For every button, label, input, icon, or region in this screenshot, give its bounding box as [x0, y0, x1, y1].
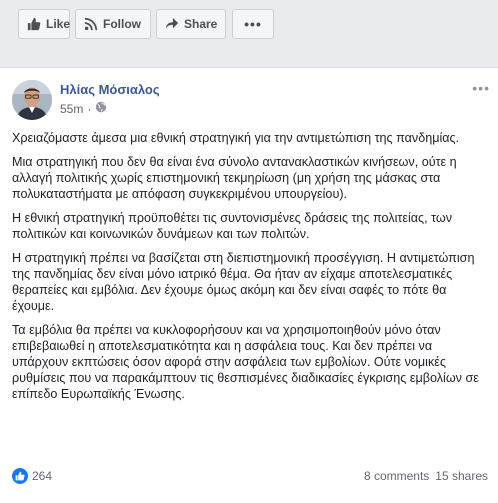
post-paragraph: Η εθνική στρατηγική προϋποθέτει τις συντ… [12, 211, 453, 241]
post-card: Ηλίας Μόσιαλος 55m · ••• Χρειαζόμαστε άμ… [0, 67, 498, 503]
globe-icon [95, 101, 107, 116]
rss-icon [84, 16, 98, 32]
post-options-icon[interactable]: ••• [472, 80, 490, 96]
post-meta: 55m · [60, 101, 107, 116]
more-options-button[interactable]: ••• [232, 9, 274, 39]
comments-count[interactable]: 8 comments [364, 469, 429, 483]
post-footer: 264 8 comments 15 shares [12, 466, 488, 486]
meta-separator: · [87, 101, 92, 116]
page-action-bar: Like Follow Share ••• [0, 0, 498, 52]
thumbs-up-icon [27, 16, 41, 32]
share-arrow-icon [165, 16, 179, 32]
follow-label: Follow [103, 17, 141, 31]
post-paragraph: Χρειαζόμαστε άμεσα μια εθνική στρατηγική… [12, 131, 460, 145]
share-page-button[interactable]: Share [156, 9, 226, 39]
like-reaction-icon[interactable] [12, 468, 28, 484]
post-paragraph: Η στρατηγική πρέπει να βασίζεται στη διε… [12, 251, 475, 313]
post-paragraph: Μια στρατηγική που δεν θα είναι ένα σύνο… [12, 155, 457, 201]
like-page-button[interactable]: Like [18, 9, 70, 39]
like-label: Like [46, 17, 71, 31]
post-body: Χρειαζόμαστε άμεσα μια εθνική στρατηγική… [12, 130, 488, 410]
author-avatar[interactable] [12, 80, 52, 120]
post-author-name[interactable]: Ηλίας Μόσιαλος [60, 82, 160, 97]
post-timestamp[interactable]: 55m [60, 102, 83, 116]
post-paragraph: Τα εμβόλια θα πρέπει να κυκλοφορήσουν κα… [12, 323, 479, 401]
more-dots-icon: ••• [244, 16, 262, 32]
share-label: Share [184, 17, 218, 31]
engagement-stats: 8 comments 15 shares [364, 469, 488, 483]
reactions-count[interactable]: 264 [32, 469, 52, 483]
follow-page-button[interactable]: Follow [75, 9, 151, 39]
shares-count[interactable]: 15 shares [435, 469, 488, 483]
